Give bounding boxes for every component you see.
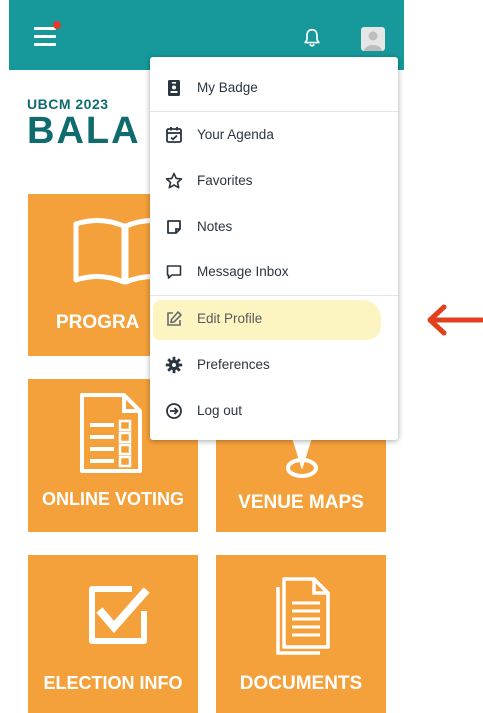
notification-dot xyxy=(53,21,61,29)
tile-label: ONLINE VOTING xyxy=(41,489,184,509)
tile-label: DOCUMENTS xyxy=(239,673,363,694)
menu-item-label: Edit Profile xyxy=(197,311,263,326)
note-icon xyxy=(167,220,181,234)
menu-item-label: Notes xyxy=(197,219,233,234)
chat-bubble-icon xyxy=(166,265,182,279)
tile-election-info[interactable]: ELECTION INFO xyxy=(28,555,198,713)
profile-dropdown-menu: My Badge Your Agenda Favorites Notes Mes… xyxy=(150,57,398,440)
documents-icon xyxy=(276,577,330,655)
tile-venue-maps[interactable]: VENUE MAPS xyxy=(216,430,386,532)
menu-item-your-agenda[interactable]: Your Agenda xyxy=(150,113,398,157)
menu-item-label: Preferences xyxy=(197,357,270,372)
menu-item-notes[interactable]: Notes xyxy=(150,205,398,249)
menu-item-label: Log out xyxy=(197,403,243,418)
edit-icon xyxy=(167,311,182,326)
tile-label: ELECTION INFO xyxy=(43,673,183,693)
menu-item-favorites[interactable]: Favorites xyxy=(150,159,398,203)
hamburger-menu-icon[interactable] xyxy=(34,21,61,46)
ballot-checklist-icon xyxy=(80,393,142,473)
app-screen: UBCM 2023 BALA PROGRA ONLINE VOTING VENU… xyxy=(9,0,404,713)
badge-icon xyxy=(168,80,180,96)
menu-divider xyxy=(150,295,398,296)
event-title: BALA xyxy=(27,110,141,152)
tile-documents[interactable]: DOCUMENTS xyxy=(216,555,386,713)
menu-item-label: Your Agenda xyxy=(197,127,274,142)
tile-label: VENUE MAPS xyxy=(238,492,364,513)
map-pin-icon xyxy=(286,438,318,478)
logout-icon xyxy=(166,403,182,419)
star-icon xyxy=(165,172,183,189)
menu-divider xyxy=(150,111,398,112)
checkbox-icon xyxy=(89,586,150,644)
menu-item-log-out[interactable]: Log out xyxy=(150,389,398,433)
gear-icon xyxy=(165,356,183,374)
menu-item-label: My Badge xyxy=(197,80,258,95)
red-arrow-icon xyxy=(427,304,483,336)
menu-item-my-badge[interactable]: My Badge xyxy=(150,66,398,110)
calendar-check-icon xyxy=(166,127,182,143)
profile-avatar-icon[interactable] xyxy=(361,27,385,51)
bell-icon[interactable] xyxy=(301,27,323,49)
menu-item-edit-profile[interactable]: Edit Profile xyxy=(150,297,398,341)
menu-item-message-inbox[interactable]: Message Inbox xyxy=(150,250,398,294)
menu-item-preferences[interactable]: Preferences xyxy=(150,343,398,387)
menu-item-label: Message Inbox xyxy=(197,264,289,279)
menu-item-label: Favorites xyxy=(197,173,253,188)
